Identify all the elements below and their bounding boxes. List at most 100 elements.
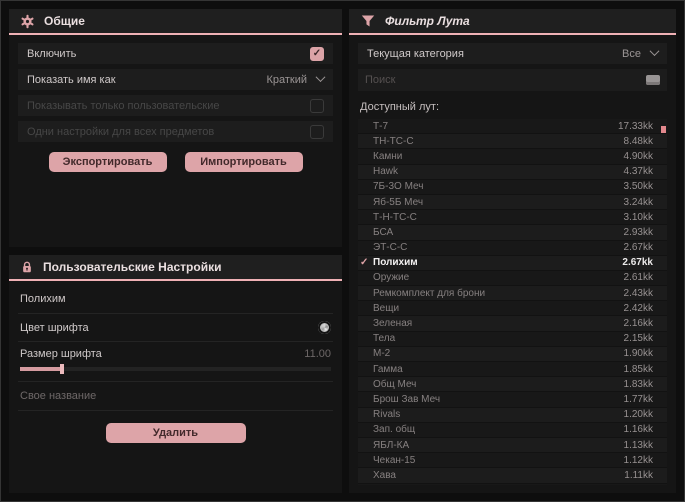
one-settings-checkbox[interactable]: [310, 124, 324, 139]
keyboard-icon[interactable]: [646, 75, 660, 85]
loot-list-item[interactable]: Яб-5Б Меч 3.24kk: [358, 194, 667, 211]
user-settings-panel-header: Пользовательские Настройки: [9, 255, 342, 281]
loot-list-item[interactable]: Hawk 4.37kk: [358, 164, 667, 180]
loot-list-item[interactable]: Полихим 2.67kk: [358, 255, 667, 271]
loot-item-price: 2.67kk: [622, 257, 653, 269]
loot-list-item[interactable]: БСА 2.93kk: [358, 225, 667, 241]
loot-item-price: 3.50kk: [623, 181, 653, 193]
loot-item-price: 1.83kk: [623, 378, 653, 390]
loot-item-name: Яб-5Б Меч: [373, 196, 424, 208]
loot-filter-panel-header: Фильтр Лута: [349, 9, 676, 35]
slider-handle[interactable]: [60, 364, 65, 374]
selected-item-name: Полихим: [20, 293, 66, 305]
loot-item-price: 2.16kk: [623, 318, 653, 330]
loot-list-item[interactable]: Вещи 2.42kk: [358, 301, 667, 317]
font-size-label: Размер шрифта: [20, 348, 102, 360]
loot-item-price: 2.43kk: [623, 287, 653, 299]
one-settings-row: Одни настройки для всех предметов: [18, 121, 333, 142]
loot-item-price: 2.67kk: [623, 242, 653, 254]
loot-list-item[interactable]: Ремкомплект для брони 2.43kk: [358, 286, 667, 302]
loot-list-item[interactable]: ТН-ТС-С 8.48kk: [358, 134, 667, 150]
loot-list-item[interactable]: Хава 1.11kk: [358, 468, 667, 484]
custom-name-input[interactable]: [18, 381, 333, 411]
general-panel-body: Включить Показать имя как Краткий Показы…: [9, 35, 342, 247]
loot-item-name: М-2: [373, 348, 391, 360]
loot-list-item[interactable]: Брош Зав Меч 1.77kk: [358, 392, 667, 408]
name-display-row: Показать имя как Краткий: [18, 69, 333, 90]
export-button[interactable]: Экспортировать: [48, 152, 167, 172]
loot-item-price: 4.37kk: [623, 166, 653, 178]
loot-item-price: 17.33kk: [617, 120, 653, 132]
loot-list-item[interactable]: Гамма 1.85kk: [358, 362, 667, 378]
left-column: Общие Включить Показать имя как Краткий …: [9, 9, 342, 493]
chevron-down-icon: [649, 45, 660, 56]
loot-item-name: Оружие: [373, 272, 410, 284]
loot-list[interactable]: Т-7 17.33kk ТН-ТС-С 8.48kk Камни 4.90kk …: [358, 119, 667, 485]
export-import-row: Экспортировать Импортировать: [18, 152, 333, 172]
only-custom-row: Показывать только пользовательские: [18, 95, 333, 116]
loot-item-name: Хава: [373, 469, 396, 481]
chevron-down-icon: [315, 71, 326, 82]
only-custom-checkbox[interactable]: [310, 98, 324, 113]
category-dropdown[interactable]: Все: [622, 45, 660, 60]
loot-list-item[interactable]: Оружие 2.61kk: [358, 270, 667, 287]
loot-list-item[interactable]: Общ Меч 1.83kk: [358, 377, 667, 393]
loot-item-name: Ремкомплект для брони: [373, 287, 486, 299]
category-value: Все: [622, 47, 641, 60]
loot-item-name: Зеленая: [373, 318, 413, 330]
loot-filter-panel-title: Фильтр Лута: [385, 14, 470, 28]
search-input[interactable]: [365, 74, 646, 86]
loot-list-item[interactable]: Камни 4.90kk: [358, 149, 667, 165]
loot-item-name: Чекан-15: [373, 454, 416, 466]
loot-list-item[interactable]: Зеленая 2.16kk: [358, 316, 667, 332]
enable-row: Включить: [18, 43, 333, 64]
delete-button[interactable]: Удалить: [105, 423, 246, 443]
scrollbar-thumb[interactable]: [661, 126, 666, 133]
loot-item-name: Брош Зав Меч: [373, 393, 441, 405]
name-display-value: Краткий: [266, 73, 307, 86]
category-row: Текущая категория Все: [358, 43, 667, 64]
loot-item-price: 2.93kk: [623, 226, 653, 238]
loot-item-price: 1.13kk: [623, 439, 653, 451]
loot-item-name: Rivals: [373, 409, 401, 421]
available-loot-label: Доступный лут:: [360, 101, 440, 113]
general-panel-header: Общие: [9, 9, 342, 35]
loot-list-item[interactable]: Зап. общ 1.16kk: [358, 422, 667, 438]
font-color-row: Цвет шрифта: [18, 313, 333, 341]
loot-list-item[interactable]: Т-7 17.33kk: [358, 119, 667, 135]
loot-item-name: ЭТ-С-С: [373, 242, 408, 254]
loot-item-price: 1.20kk: [623, 409, 653, 421]
loot-list-item[interactable]: Тела 2.15kk: [358, 331, 667, 347]
loot-item-price: 1.12kk: [623, 454, 653, 466]
loot-list-item[interactable]: Чекан-15 1.12kk: [358, 453, 667, 469]
loot-list-item[interactable]: Т-Н-ТС-С 3.10kk: [358, 210, 667, 226]
loot-item-price: 3.24kk: [623, 196, 653, 208]
loot-list-item[interactable]: ЯБЛ-КА 1.13kk: [358, 437, 667, 454]
import-button[interactable]: Импортировать: [184, 152, 303, 172]
user-settings-panel: Пользовательские Настройки Полихим Цвет …: [9, 255, 342, 493]
one-settings-label: Одни настройки для всех предметов: [27, 125, 215, 138]
loot-item-name: ЯБЛ-КА: [373, 439, 410, 451]
enable-label: Включить: [27, 47, 77, 60]
font-size-slider[interactable]: [20, 364, 331, 374]
category-label: Текущая категория: [367, 47, 464, 60]
enable-checkbox[interactable]: [310, 46, 324, 61]
slider-fill: [20, 367, 61, 371]
loot-item-price: 1.77kk: [623, 393, 653, 405]
loot-list-item[interactable]: М-2 1.90kk: [358, 346, 667, 362]
name-display-dropdown[interactable]: Краткий: [266, 71, 326, 86]
loot-item-name: Полихим: [373, 257, 418, 269]
name-display-label: Показать имя как: [27, 73, 116, 86]
loot-item-name: ТН-ТС-С: [373, 135, 414, 147]
loot-list-item[interactable]: Яб-ПКНМ Меч 1.10kk: [358, 483, 667, 485]
loot-item-name: Тела: [373, 333, 396, 345]
loot-list-item[interactable]: 7Б-3О Меч 3.50kk: [358, 179, 667, 195]
loot-list-item[interactable]: Rivals 1.20kk: [358, 407, 667, 423]
loot-list-item[interactable]: ЭТ-С-С 2.67kk: [358, 240, 667, 256]
color-wheel-icon[interactable]: [318, 321, 331, 334]
loot-item-name: Hawk: [373, 166, 399, 178]
loot-filter-window: Общие Включить Показать имя как Краткий …: [0, 0, 685, 502]
loot-item-price: 2.61kk: [623, 272, 653, 284]
general-panel: Общие Включить Показать имя как Краткий …: [9, 9, 342, 247]
loot-filter-panel: Фильтр Лута Текущая категория Все Доступ…: [349, 9, 676, 493]
